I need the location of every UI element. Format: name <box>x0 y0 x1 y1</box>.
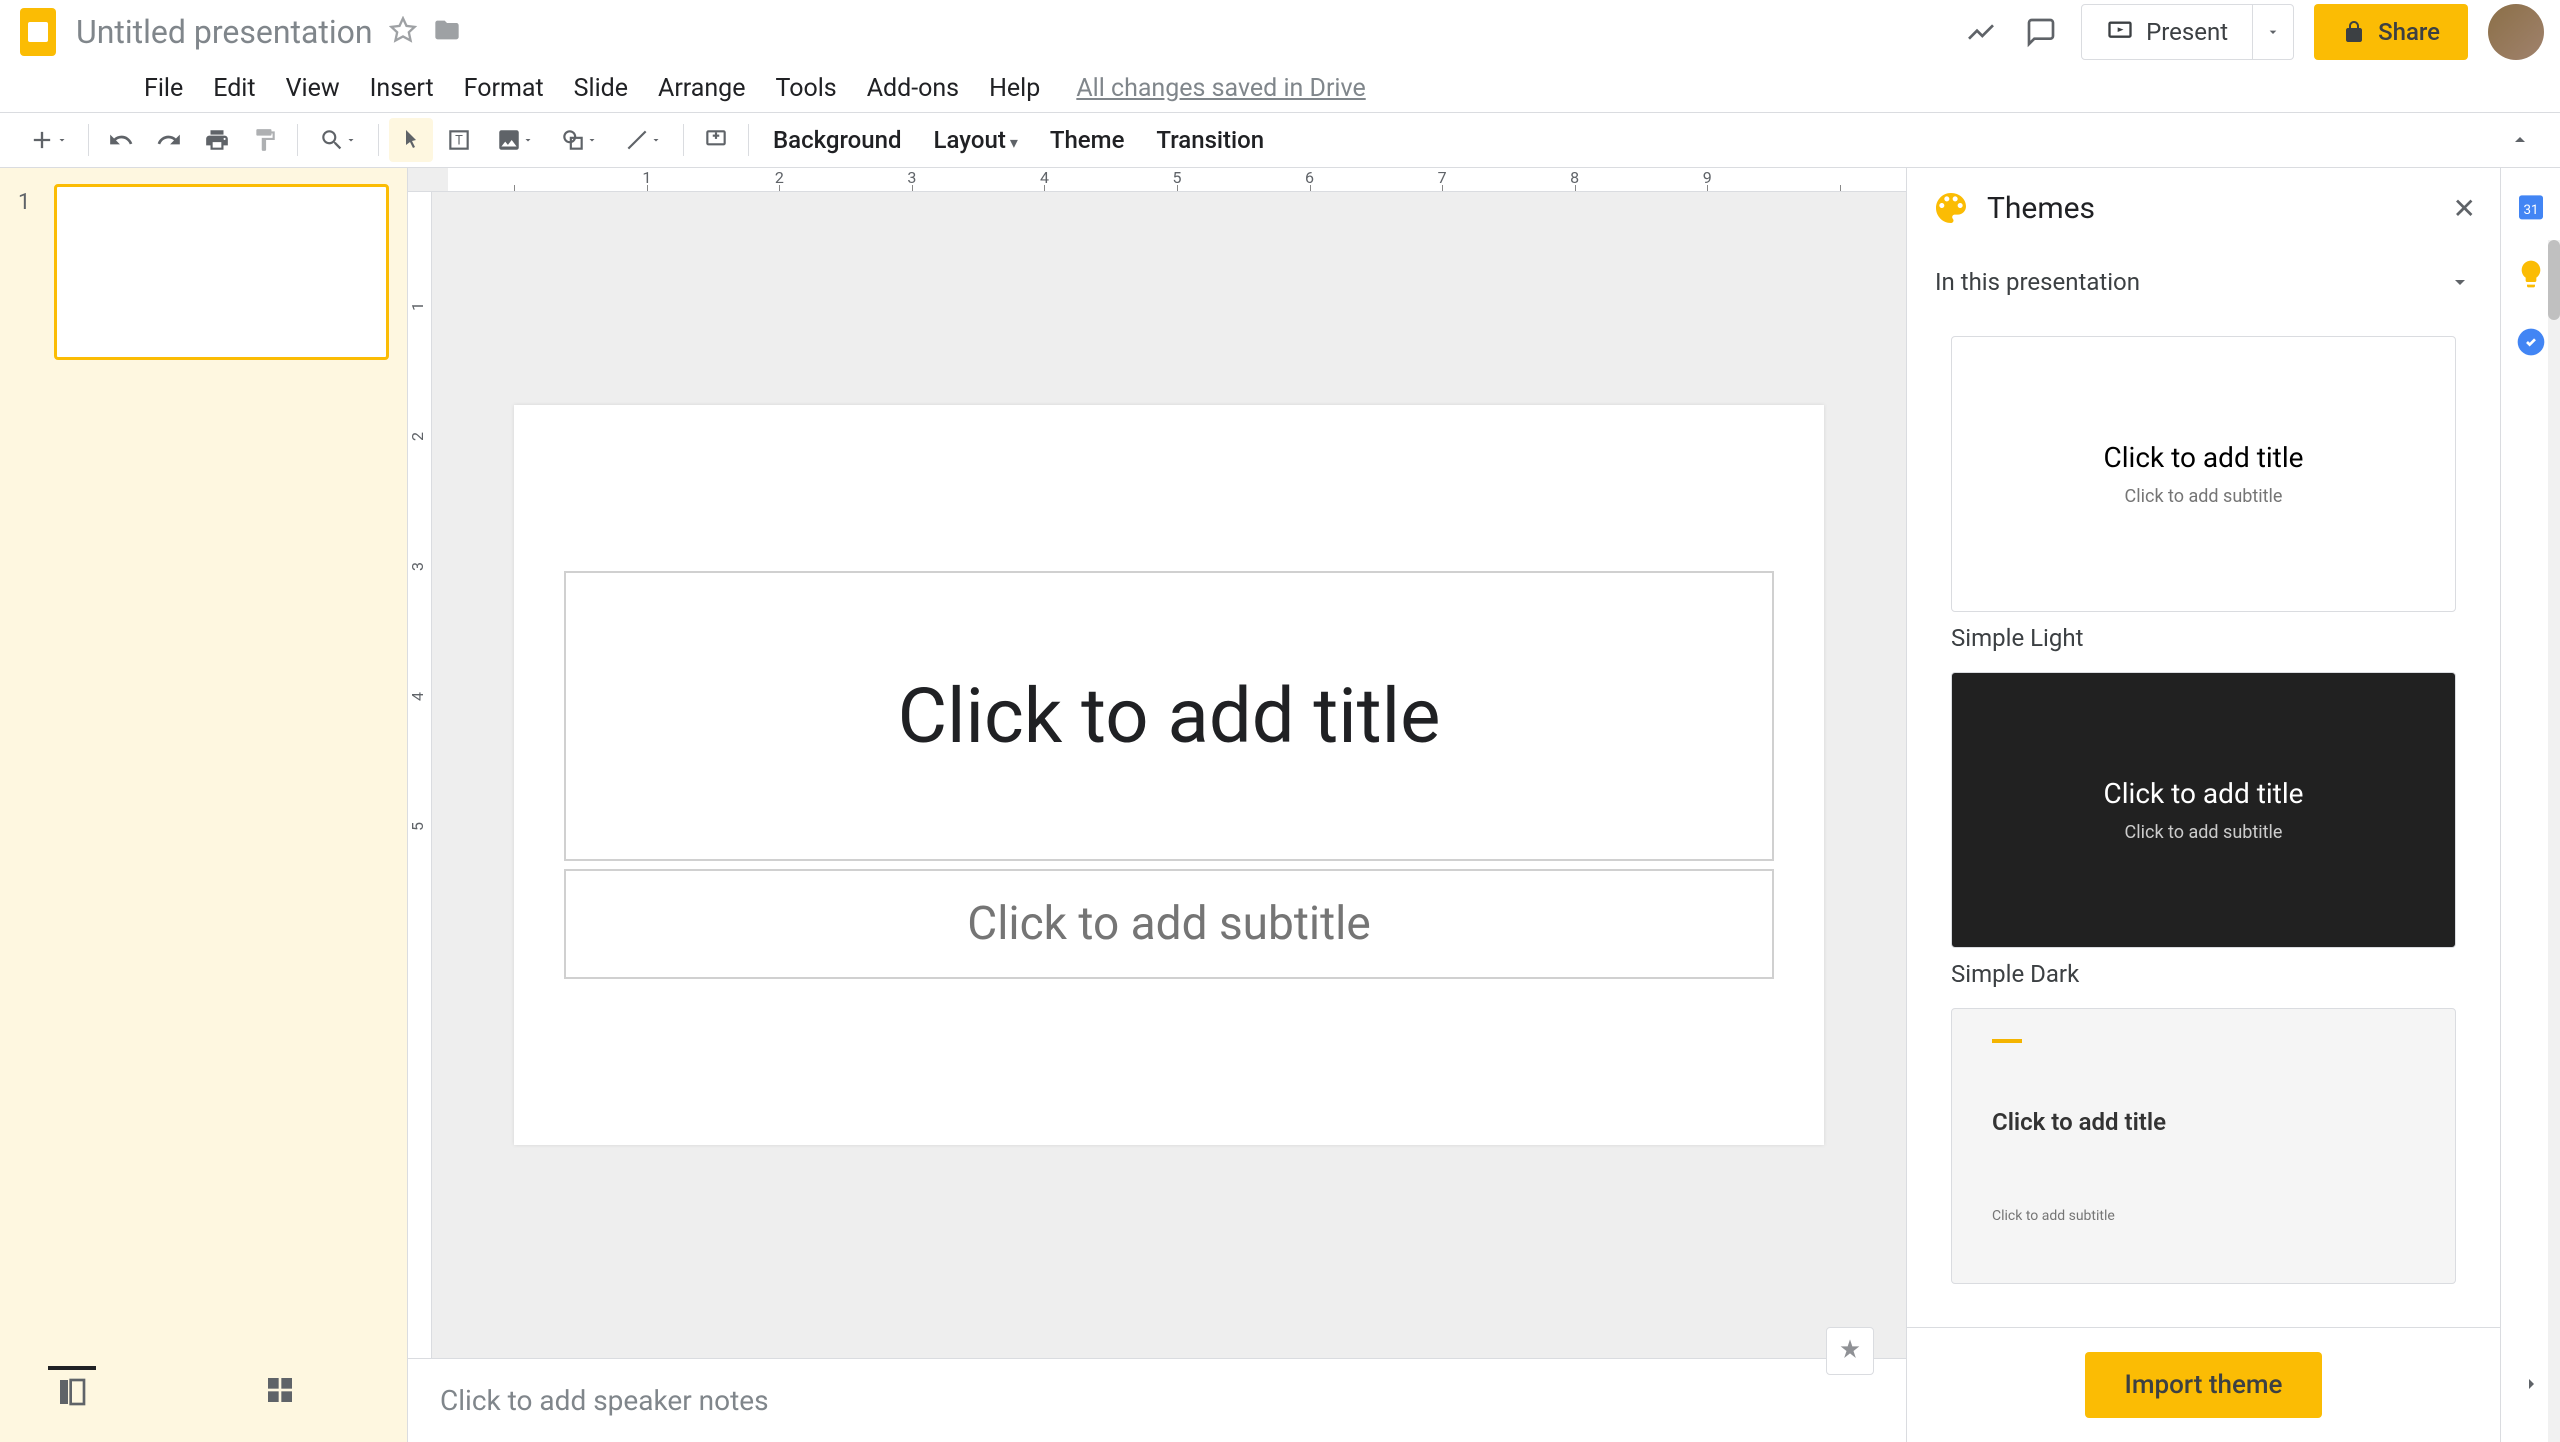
subtitle-placeholder[interactable]: Click to add subtitle <box>564 869 1774 979</box>
horizontal-ruler: 1 2 3 4 5 6 7 8 9 <box>408 168 1906 192</box>
layout-button[interactable]: Layout <box>920 126 1032 154</box>
keep-icon[interactable] <box>2513 256 2549 292</box>
title-placeholder[interactable]: Click to add title <box>564 571 1774 861</box>
print-button[interactable] <box>195 118 239 162</box>
menu-addons[interactable]: Add-ons <box>853 66 973 111</box>
menu-view[interactable]: View <box>272 66 354 111</box>
share-label: Share <box>2378 18 2440 46</box>
document-title[interactable]: Untitled presentation <box>76 13 373 51</box>
present-label: Present <box>2146 18 2228 46</box>
themes-section-header[interactable]: In this presentation <box>1907 248 2500 316</box>
present-dropdown[interactable] <box>2252 5 2293 59</box>
star-icon[interactable] <box>389 16 417 48</box>
vertical-ruler: 1 2 3 4 5 <box>408 192 432 1358</box>
filmstrip: 1 <box>0 168 408 1442</box>
theme-button[interactable]: Theme <box>1036 126 1139 154</box>
calendar-icon[interactable]: 31 <box>2513 188 2549 224</box>
scrollbar[interactable] <box>2548 240 2560 1442</box>
show-side-panel-icon[interactable] <box>2513 1366 2549 1402</box>
grid-view-icon[interactable] <box>256 1366 304 1414</box>
menu-slide[interactable]: Slide <box>560 66 642 111</box>
textbox-tool[interactable]: T <box>437 118 481 162</box>
tasks-icon[interactable] <box>2513 324 2549 360</box>
undo-button[interactable] <box>99 118 143 162</box>
close-icon[interactable]: ✕ <box>2453 192 2476 225</box>
speaker-notes[interactable]: Click to add speaker notes <box>408 1358 1906 1442</box>
transition-button[interactable]: Transition <box>1142 126 1278 154</box>
menu-help[interactable]: Help <box>975 66 1054 111</box>
menu-tools[interactable]: Tools <box>761 66 850 111</box>
theme-card-simple-light[interactable]: Click to add title Click to add subtitle… <box>1951 336 2456 652</box>
menu-arrange[interactable]: Arrange <box>644 66 759 111</box>
slides-logo[interactable] <box>16 2 60 62</box>
menu-edit[interactable]: Edit <box>199 66 269 111</box>
import-theme-button[interactable]: Import theme <box>2085 1352 2323 1418</box>
svg-text:31: 31 <box>2523 203 2538 218</box>
explore-fab[interactable] <box>1826 1327 1874 1375</box>
redo-button[interactable] <box>147 118 191 162</box>
themes-panel-title: Themes <box>1987 191 2437 226</box>
shape-tool[interactable] <box>549 118 609 162</box>
menu-file[interactable]: File <box>130 66 197 111</box>
move-to-folder-icon[interactable] <box>433 16 461 48</box>
select-tool[interactable] <box>389 118 433 162</box>
editor-area: 1 2 3 4 5 6 7 8 9 1 2 3 4 5 <box>408 168 1906 1442</box>
svg-text:T: T <box>455 133 463 148</box>
slide-canvas[interactable]: Click to add title Click to add subtitle <box>514 405 1824 1145</box>
theme-card-streamline[interactable]: Click to add title Click to add subtitle <box>1951 1008 2456 1284</box>
activity-icon[interactable] <box>1961 12 2001 52</box>
comment-tool[interactable] <box>694 118 738 162</box>
filmstrip-view-icon[interactable] <box>48 1366 96 1414</box>
present-button[interactable]: Present <box>2081 4 2294 60</box>
slide-number: 1 <box>18 184 54 215</box>
palette-icon <box>1931 188 1971 228</box>
comment-icon[interactable] <box>2021 12 2061 52</box>
menu-format[interactable]: Format <box>450 66 558 111</box>
drive-status[interactable]: All changes saved in Drive <box>1076 74 1365 103</box>
paint-format-button[interactable] <box>243 118 287 162</box>
account-avatar[interactable] <box>2488 4 2544 60</box>
share-button[interactable]: Share <box>2314 4 2468 60</box>
chevron-down-icon <box>2448 270 2472 294</box>
collapse-toolbar-icon[interactable] <box>2498 118 2542 162</box>
menu-bar: File Edit View Insert Format Slide Arran… <box>0 64 2560 112</box>
theme-card-simple-dark[interactable]: Click to add title Click to add subtitle… <box>1951 672 2456 988</box>
themes-panel: Themes ✕ In this presentation Click to a… <box>1906 168 2500 1442</box>
toolbar: T Background Layout Theme Transition <box>0 112 2560 168</box>
zoom-button[interactable] <box>308 118 368 162</box>
menu-insert[interactable]: Insert <box>356 66 448 111</box>
slide-thumbnail[interactable] <box>54 184 389 360</box>
line-tool[interactable] <box>613 118 673 162</box>
image-tool[interactable] <box>485 118 545 162</box>
new-slide-button[interactable] <box>18 118 78 162</box>
background-button[interactable]: Background <box>759 126 916 154</box>
